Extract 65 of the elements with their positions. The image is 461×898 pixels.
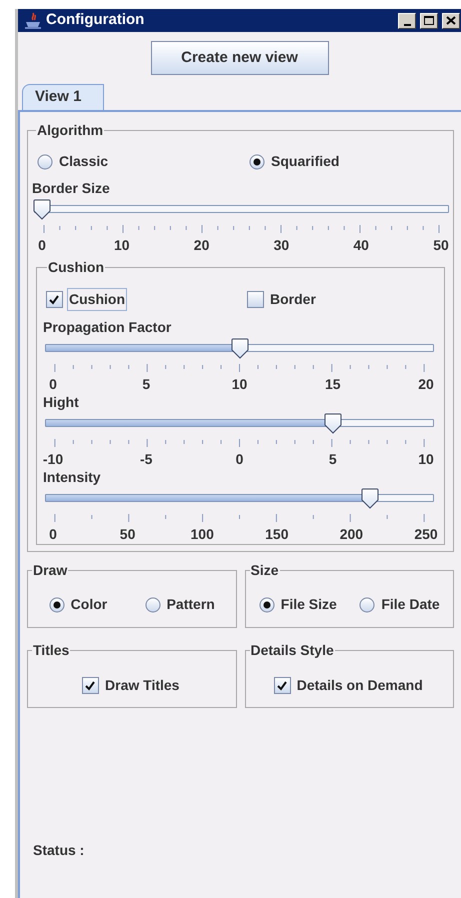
tick-label: 10: [114, 236, 130, 255]
minimize-button[interactable]: [398, 12, 416, 28]
checkbox-label: Cushion: [67, 288, 127, 311]
checkbox[interactable]: [82, 677, 100, 694]
radio-label: File Date: [381, 595, 440, 614]
status-label: Status :: [32, 841, 86, 860]
group-title: Details Style: [250, 641, 335, 660]
tick-label: 5: [142, 375, 150, 394]
tick-label: 10: [418, 450, 434, 469]
tick-label: 250: [414, 525, 438, 544]
tick-label: 0: [49, 375, 57, 394]
slider-label: Hight: [43, 393, 80, 412]
slider-thumb[interactable]: [230, 338, 248, 359]
close-button[interactable]: [442, 12, 460, 28]
slider-label: Border Size: [32, 179, 111, 198]
radio-button[interactable]: [48, 596, 65, 612]
close-icon: [446, 16, 456, 25]
tick-label: 200: [340, 525, 364, 544]
app-icon: [24, 12, 42, 30]
checkbox[interactable]: [247, 291, 264, 308]
checkbox[interactable]: [274, 677, 291, 694]
tick-label: 0: [236, 450, 244, 469]
tick-label: 5: [328, 450, 337, 469]
radio-button[interactable]: [258, 596, 275, 612]
checkbox-label: Draw Titles: [104, 676, 180, 695]
create-view-button[interactable]: Create new view: [150, 41, 328, 75]
tick-label: 20: [418, 375, 434, 394]
tick-label: 50: [433, 236, 449, 255]
tick-label: 100: [190, 525, 214, 544]
group-title: Algorithm: [36, 121, 104, 140]
radio-button[interactable]: [37, 154, 53, 170]
radio-label: Squarified: [271, 152, 340, 171]
tick-label: 10: [232, 375, 248, 394]
tick-label: 40: [353, 236, 369, 255]
slider-thumb[interactable]: [33, 199, 51, 220]
tick-label: 50: [120, 525, 136, 544]
slider-label: Propagation Factor: [43, 318, 172, 337]
slider-thumb[interactable]: [324, 413, 342, 434]
tick-label: 0: [49, 525, 57, 544]
radio-label: Color: [70, 595, 108, 614]
checkbox-label: Border: [269, 290, 317, 309]
slider-label: Intensity: [43, 468, 102, 487]
group-title: Titles: [32, 641, 70, 660]
tab[interactable]: View 1: [22, 84, 104, 110]
group-title: Size: [250, 561, 280, 580]
checkbox-label: Details on Demand: [296, 676, 424, 695]
tick-label: 30: [274, 236, 290, 255]
tick-label: -5: [140, 450, 152, 469]
radio-button[interactable]: [359, 596, 376, 612]
tick-label: 20: [194, 236, 210, 255]
radio-button[interactable]: [144, 596, 161, 612]
radio-button[interactable]: [249, 154, 265, 170]
tick-label: 150: [265, 525, 288, 544]
radio-label: File Size: [280, 595, 337, 614]
group-title: Draw: [32, 561, 68, 580]
group-title: Cushion: [47, 258, 105, 277]
tick-label: -10: [42, 450, 64, 469]
tick-label: 15: [324, 375, 341, 394]
maximize-button[interactable]: [420, 12, 438, 28]
radio-label: Pattern: [166, 595, 215, 614]
slider-thumb[interactable]: [361, 488, 380, 509]
window-title: Configuration: [46, 10, 144, 30]
tick-label: 0: [38, 236, 46, 255]
radio-label: Classic: [59, 152, 108, 171]
checkbox[interactable]: [46, 291, 63, 308]
